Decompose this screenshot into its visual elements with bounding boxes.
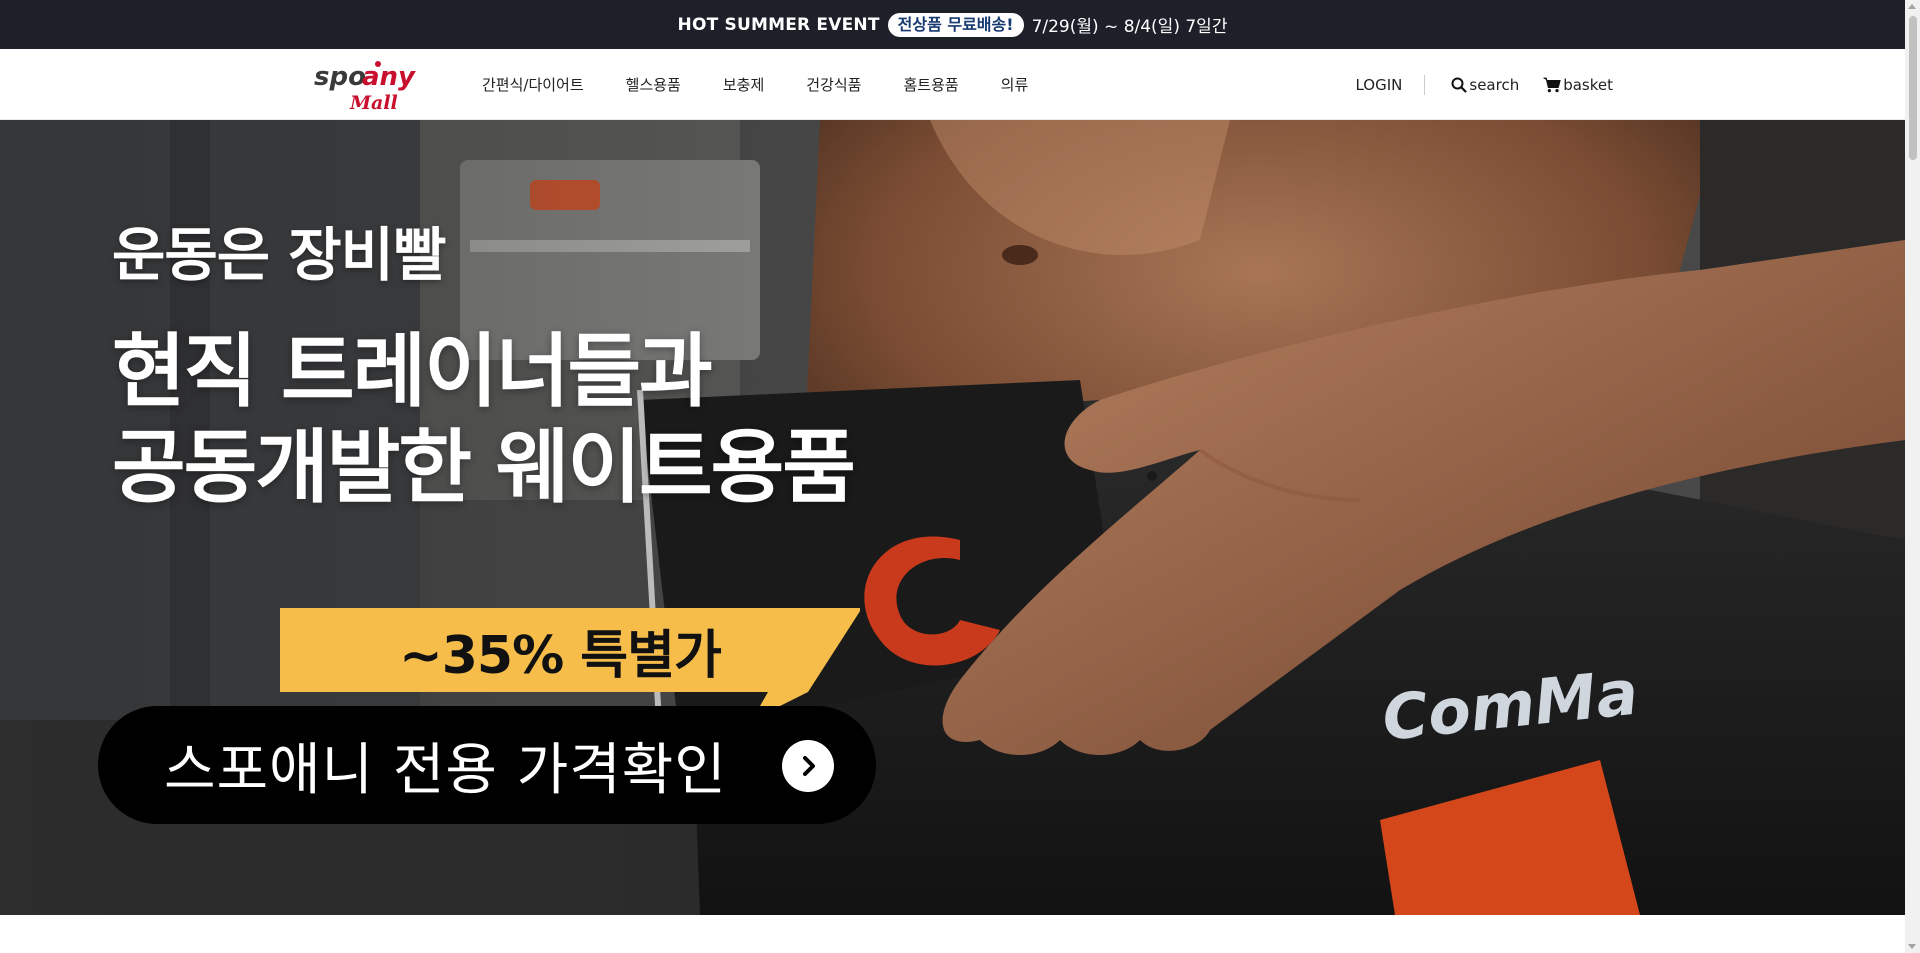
hero-subtitle: 운동은 장비빨 [112,221,446,289]
logo-word-top-suffix: any [362,62,416,92]
event-badge: 전상품 무료배송! [887,12,1024,37]
nav-item-health-food[interactable]: 건강식품 [806,74,861,95]
event-title: HOT SUMMER EVENT [677,14,880,35]
event-dates: 7/29(월) ~ 8/4(일) 7일간 [1031,17,1228,37]
promo-tag: ~35% 특별가 [280,608,860,720]
hero-title: 현직 트레이너들과 공동개발한 웨이트용품 [112,324,856,516]
logo-mark: spo any Mall [314,61,416,114]
search-icon [1451,77,1467,93]
page: HOT SUMMER EVENT 전상품 무료배송! 7/29(월) ~ 8/4… [0,0,1920,953]
search-link[interactable]: search [1451,76,1519,94]
basket-link[interactable]: basket [1543,76,1613,94]
chevron-right-icon [782,740,834,792]
login-link[interactable]: LOGIN [1355,76,1424,94]
promo-text: ~35% 특별가 [399,625,722,686]
hero-title-line-2: 공동개발한 웨이트용품 [112,421,856,514]
scroll-down-arrow-icon[interactable] [1908,944,1916,949]
hero-title-line-1: 현직 트레이너들과 [112,325,713,418]
nav-item-supplements[interactable]: 보충제 [723,74,764,95]
search-label: search [1469,75,1520,94]
scrollbar[interactable] [1905,0,1920,953]
site-header: spo any Mall 간편식/다이어트 헬스용품 보충제 건강식품 홈트용품… [0,49,1905,120]
logo[interactable]: spo any Mall [312,55,420,114]
nav-item-fitness-gear[interactable]: 헬스용품 [626,74,681,95]
nav-item-diet[interactable]: 간편식/다이어트 [482,74,584,95]
hero-banner[interactable]: ComMa 운동은 장비빨 현직 트레이너들과 공동개발한 웨이트용품 ~35%… [0,120,1905,915]
logo-dot [375,61,381,67]
price-check-button[interactable]: 스포애니 전용 가격확인 [98,706,876,824]
price-check-label: 스포애니 전용 가격확인 [164,737,727,803]
logo-word-top: spo [314,62,366,92]
nav-item-home-training[interactable]: 홈트용품 [903,74,958,95]
nav-item-apparel[interactable]: 의류 [1001,74,1029,95]
main-nav: 간편식/다이어트 헬스용품 보충제 건강식품 홈트용품 의류 [482,49,1070,120]
divider [1424,74,1426,95]
cart-icon [1543,77,1561,92]
scrollbar-thumb[interactable] [1909,16,1917,160]
scroll-up-arrow-icon[interactable] [1908,4,1916,9]
basket-label: basket [1563,75,1613,94]
event-banner[interactable]: HOT SUMMER EVENT 전상품 무료배송! 7/29(월) ~ 8/4… [0,0,1905,49]
utility-menu: LOGIN search basket [1355,49,1613,120]
logo-word-bottom: Mall [349,92,398,113]
